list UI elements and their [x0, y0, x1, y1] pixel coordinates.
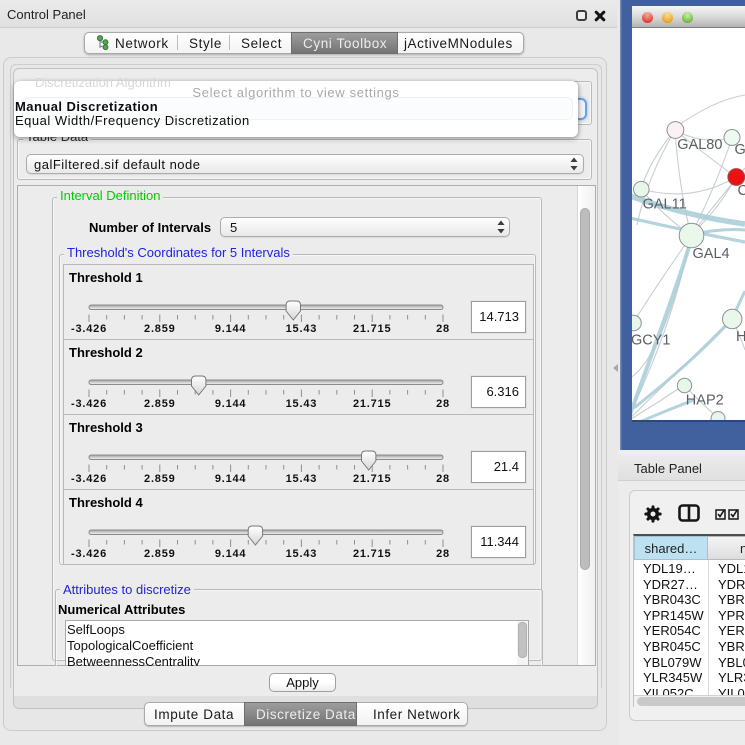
svg-text:HAP2: HAP2	[686, 393, 724, 409]
svg-text:GA: GA	[735, 142, 745, 158]
svg-text:H: H	[736, 329, 745, 345]
svg-text:GAL11: GAL11	[643, 197, 687, 213]
svg-text:GAL80: GAL80	[677, 137, 722, 153]
svg-text:GCY1: GCY1	[632, 333, 671, 349]
svg-text:GAL4: GAL4	[693, 246, 730, 262]
svg-text:C: C	[738, 183, 745, 199]
